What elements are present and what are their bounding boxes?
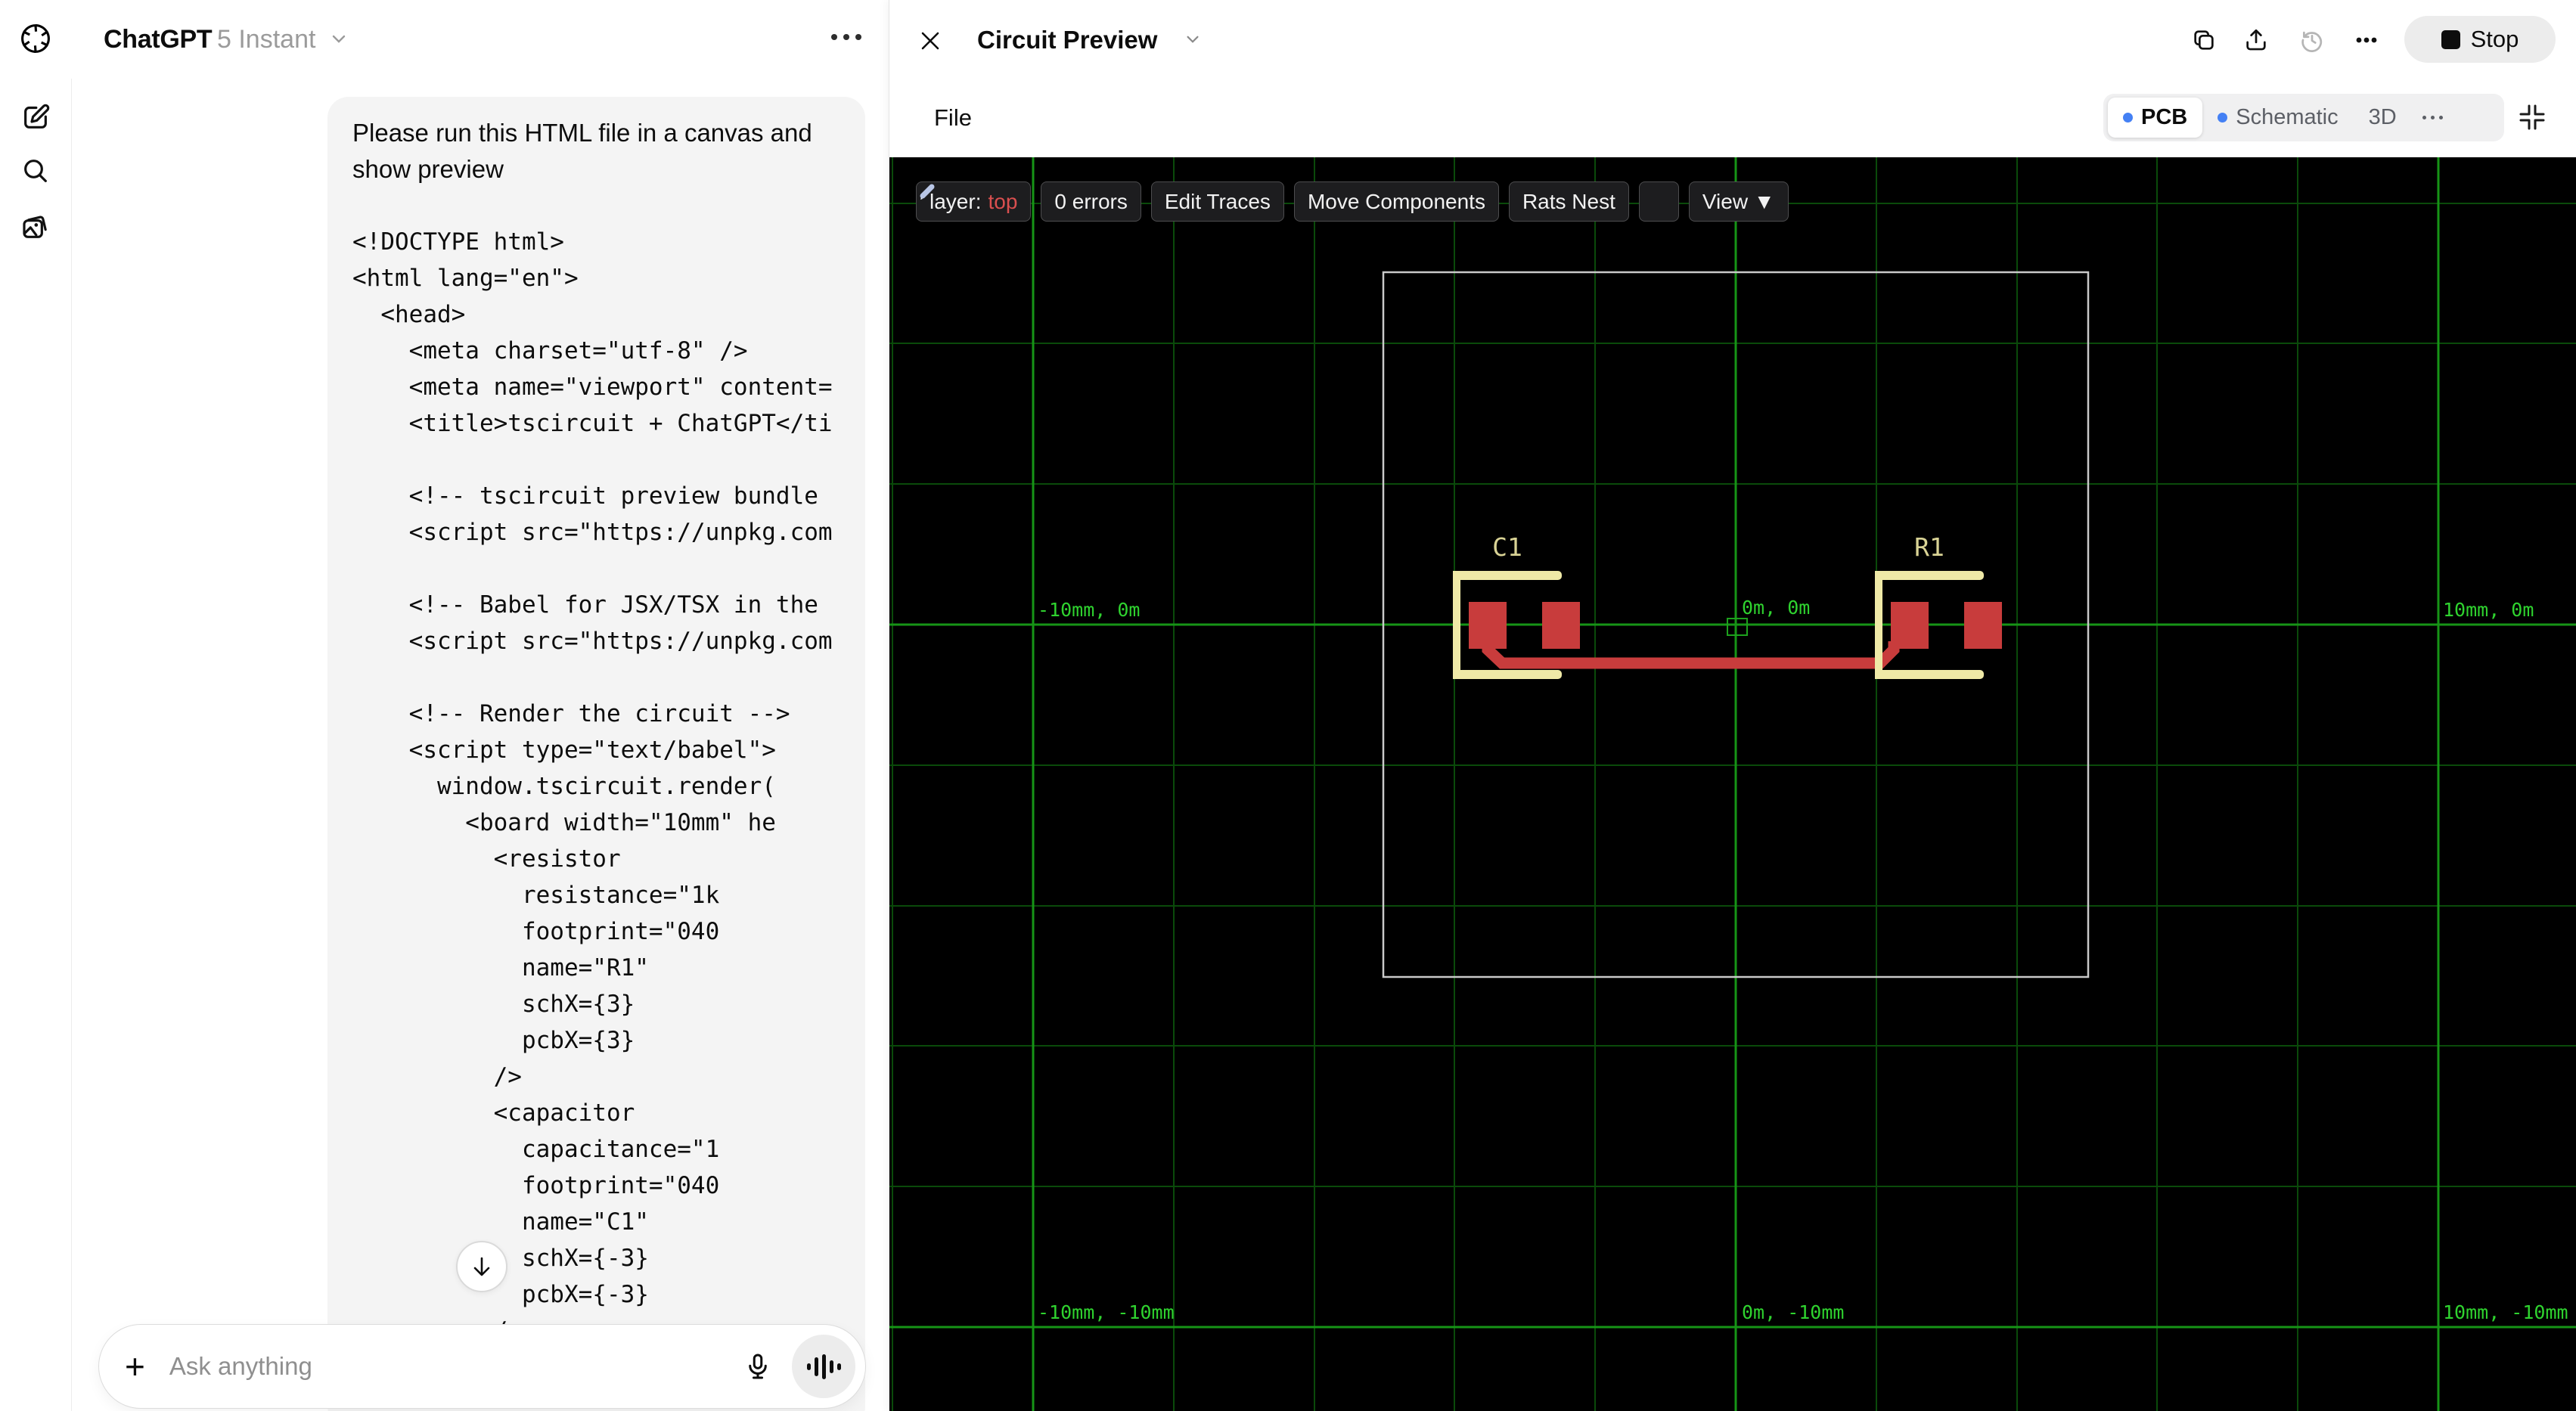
- grid-label-origin: 0m, 0m: [1742, 597, 1811, 619]
- tab-pcb[interactable]: PCB: [2108, 98, 2203, 138]
- canvas-panel: Circuit Preview Stop File PCB Schematic …: [889, 0, 2576, 1411]
- share-icon[interactable]: [2242, 26, 2270, 54]
- code-line: window.tscircuit.render(: [352, 773, 776, 800]
- stop-label: Stop: [2470, 26, 2519, 52]
- grid-label-left-mid: -10mm, 0m: [1038, 599, 1141, 621]
- stop-button[interactable]: Stop: [2404, 16, 2556, 63]
- layer-value: top: [988, 189, 1018, 213]
- code-line: />: [352, 1063, 522, 1090]
- code-line: footprint="040: [352, 918, 720, 945]
- search-icon[interactable]: [19, 154, 52, 188]
- code-line: schX={3}: [352, 991, 635, 1018]
- code-line: <!-- tscircuit preview bundle: [352, 482, 818, 510]
- code-line: capacitance="1: [352, 1136, 720, 1163]
- code-line: <resistor: [352, 845, 621, 873]
- code-line: name="C1": [352, 1208, 649, 1236]
- pencil-tool-button[interactable]: [920, 181, 1679, 222]
- component-label-r1[interactable]: R1: [1875, 532, 1984, 562]
- move-components-button[interactable]: Move Components: [1293, 181, 1499, 222]
- chevron-down-icon[interactable]: [1184, 34, 1201, 49]
- code-line: resistance="1k: [352, 882, 720, 909]
- tab-schematic-label: Schematic: [2236, 105, 2339, 129]
- stop-square-icon: [2441, 29, 2460, 49]
- code-line: name="R1": [352, 954, 649, 981]
- edit-traces-button[interactable]: Edit Traces: [1150, 181, 1284, 222]
- grid-label-right-mid: 10mm, 0m: [2443, 599, 2534, 621]
- model-selector[interactable]: 5 Instant: [217, 25, 315, 54]
- code-line: footprint="040: [352, 1172, 720, 1199]
- code-line: <!-- Babel for JSX/TSX in the: [352, 591, 818, 619]
- arrow-down-icon: [473, 1257, 490, 1276]
- tab-pcb-label: PCB: [2141, 105, 2188, 129]
- copy-icon[interactable]: [2190, 26, 2218, 54]
- pcb-canvas[interactable]: C1 R1 -10mm, 0m 0m, 0m 10mm, 0m -10mm, -…: [889, 157, 2576, 1411]
- rats-nest-button[interactable]: Rats Nest: [1508, 181, 1629, 222]
- new-chat-icon[interactable]: [19, 101, 52, 134]
- code-block: <!DOCTYPE html> <html lang="en"> <head> <…: [352, 224, 865, 1349]
- chat-header: ChatGPT 5 Instant: [71, 0, 889, 79]
- code-line: <script src="https://unpkg.com: [352, 519, 833, 546]
- tab-3d-label: 3D: [2368, 105, 2397, 129]
- collapse-icon[interactable]: [2515, 101, 2549, 134]
- code-line: <title>tscircuit + ChatGPT</ti: [352, 410, 833, 437]
- pcb-dot-icon: [2123, 113, 2133, 122]
- pcb-graphics: [889, 157, 2576, 1411]
- code-line: <!-- Render the circuit -->: [352, 700, 790, 727]
- message-composer[interactable]: + Ask anything: [98, 1324, 866, 1409]
- code-line: <meta charset="utf-8" />: [352, 337, 748, 364]
- panel-options-icon[interactable]: [2352, 26, 2381, 54]
- chatgpt-logo-icon: [19, 22, 52, 55]
- code-line: <capacitor: [352, 1099, 635, 1127]
- code-line: schX={-3}: [521, 1245, 649, 1272]
- code-line: <script type="text/babel">: [352, 737, 776, 764]
- microphone-icon[interactable]: [743, 1352, 772, 1381]
- attach-plus-icon[interactable]: +: [125, 1349, 145, 1384]
- code-line: <html lang="en">: [352, 265, 579, 292]
- code-line: pcbX={-3}: [352, 1281, 649, 1308]
- panel-title[interactable]: Circuit Preview: [977, 26, 1157, 54]
- code-line: <script src="https://unpkg.com: [352, 628, 833, 655]
- code-line: <board width="10mm" he: [352, 809, 776, 836]
- history-icon[interactable]: [2298, 26, 2326, 54]
- voice-mode-button[interactable]: [792, 1335, 855, 1398]
- code-line: pcbX={3}: [352, 1027, 635, 1054]
- origin-marker: [1727, 618, 1748, 636]
- user-prompt-text: Please run this HTML file in a canvas an…: [352, 119, 812, 183]
- errors-button[interactable]: 0 errors: [1041, 181, 1141, 222]
- chat-options-icon[interactable]: [831, 34, 861, 40]
- schematic-dot-icon: [2218, 113, 2228, 122]
- view-dropdown-button[interactable]: View ▼: [1688, 181, 1789, 222]
- user-message-bubble: Please run this HTML file in a canvas an…: [327, 97, 865, 1411]
- close-icon[interactable]: [917, 27, 944, 54]
- app-sidebar: [0, 0, 72, 1411]
- code-line: <!DOCTYPE html>: [352, 228, 564, 256]
- library-icon[interactable]: [19, 210, 52, 243]
- pencil-icon: [920, 184, 935, 200]
- view-mode-tabs: PCB Schematic 3D: [2103, 94, 2504, 141]
- scroll-to-bottom-button[interactable]: [456, 1241, 507, 1292]
- tab-3d[interactable]: 3D: [2354, 98, 2412, 138]
- tab-schematic[interactable]: Schematic: [2202, 98, 2353, 138]
- grid-label-center-bottom: 0m, -10mm: [1742, 1301, 1845, 1323]
- pcb-toolbar: layer: top 0 errors Edit Traces Move Com…: [916, 181, 1789, 222]
- component-label-c1[interactable]: C1: [1453, 532, 1562, 562]
- message-input-placeholder[interactable]: Ask anything: [169, 1352, 743, 1381]
- file-menu[interactable]: File: [934, 104, 972, 132]
- app-title[interactable]: ChatGPT: [104, 25, 213, 54]
- grid-label-left-bottom: -10mm, -10mm: [1038, 1301, 1175, 1323]
- chevron-down-icon[interactable]: [330, 33, 348, 49]
- code-line: <meta name="viewport" content=: [352, 374, 833, 401]
- grid-label-right-bottom: 10mm, -10mm: [2443, 1301, 2568, 1323]
- code-line: <head>: [352, 301, 466, 328]
- tabs-more-icon[interactable]: [2412, 116, 2453, 119]
